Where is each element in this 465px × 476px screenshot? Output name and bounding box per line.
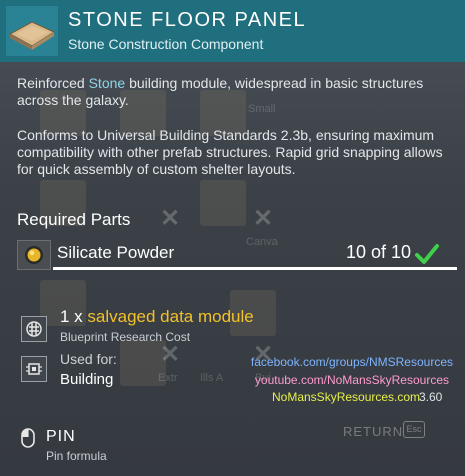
blueprint-caption: Blueprint Research Cost (60, 330, 191, 344)
return-button[interactable]: RETURN (343, 424, 403, 439)
watermark-site: NoMansSkyResources.com (272, 390, 421, 404)
background-tile (200, 180, 246, 226)
item-title: STONE FLOOR PANEL (68, 9, 307, 31)
item-header: STONE FLOOR PANEL Stone Construction Com… (0, 0, 465, 62)
silicate-powder-icon (17, 240, 51, 270)
blueprint-icon (21, 316, 47, 342)
item-category: Stone Construction Component (68, 36, 264, 52)
item-description-2: Conforms to Universal Building Standards… (17, 127, 443, 177)
required-part-name: Silicate Powder (57, 243, 175, 262)
watermark-facebook: facebook.com/groups/NMSResources (250, 355, 453, 369)
used-for-label: Used for: (60, 351, 117, 367)
stone-highlight: Stone (88, 75, 126, 91)
used-for-value: Building (60, 371, 114, 388)
ghost-x-icon: ✕ (160, 341, 181, 368)
mouse-icon (21, 428, 35, 448)
check-icon (415, 244, 439, 264)
watermark-youtube: youtube.com/NoMansSkyResources (254, 373, 449, 387)
description-text: Reinforced (17, 75, 89, 91)
building-chip-icon (21, 356, 47, 382)
pin-button[interactable]: PIN (46, 428, 76, 446)
item-description: Reinforced Stone building module, widesp… (17, 75, 457, 109)
required-part-row[interactable]: Silicate Powder 10 of 10 (17, 240, 457, 270)
part-progress-bar (53, 267, 457, 270)
required-parts-heading: Required Parts (17, 210, 131, 229)
ghost-x-icon: ✕ (253, 205, 274, 232)
version-label: 3.60 (419, 390, 443, 404)
stone-floor-panel-icon (6, 6, 58, 56)
pin-caption: Pin formula (46, 449, 107, 463)
esc-key-icon: Esc (403, 421, 425, 438)
blueprint-cost: 1 x salvaged data module (60, 307, 254, 327)
background-layer: Small Canva Extr Ills A Bui ✕ ✕ ✕ ✕ (0, 0, 465, 476)
blueprint-item: salvaged data module (87, 307, 254, 326)
blueprint-amount: 1 x (60, 307, 88, 326)
required-part-count: 10 of 10 (345, 242, 411, 262)
background-label: Extr (158, 372, 178, 384)
background-label: Ills A (200, 372, 224, 384)
ghost-x-icon: ✕ (160, 205, 181, 232)
